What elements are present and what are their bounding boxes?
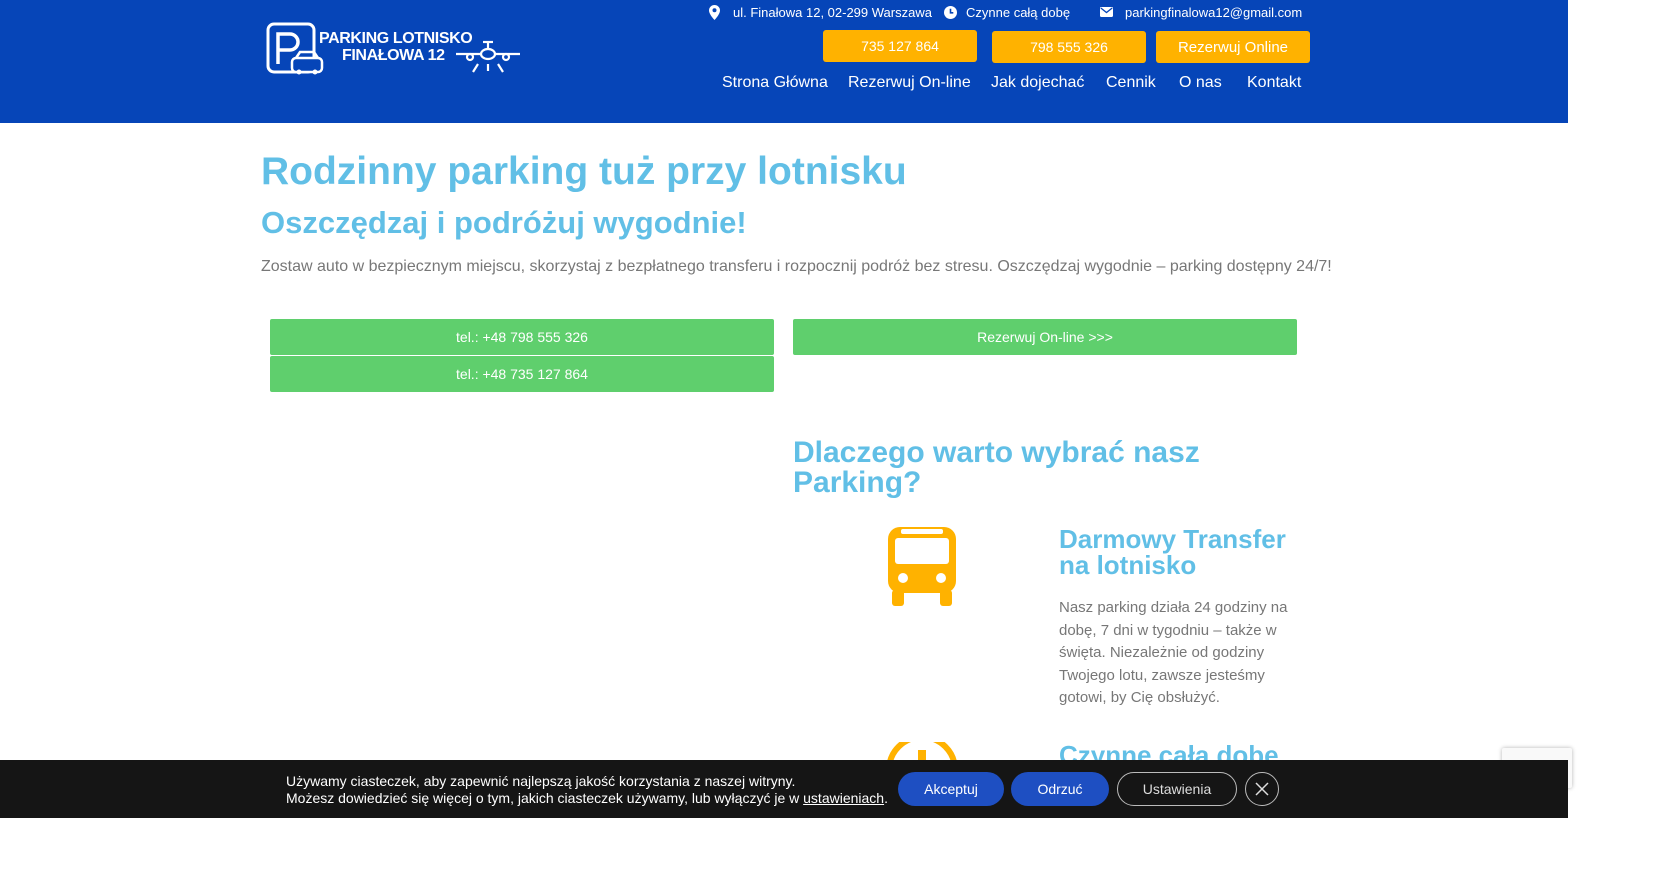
close-icon: [1255, 782, 1269, 796]
nav-item-reserve[interactable]: Rezerwuj On-line: [848, 74, 991, 92]
reserve-online-cta[interactable]: Rezerwuj On-line >>>: [793, 319, 1297, 355]
cookie-message-line-1: Używamy ciasteczek, aby zapewnić najleps…: [286, 773, 796, 789]
reserve-online-button[interactable]: Rezerwuj Online: [1156, 31, 1310, 63]
email-text[interactable]: parkingfinalowa12@gmail.com: [1125, 5, 1302, 20]
cookie-message: Używamy ciasteczek, aby zapewnić najleps…: [286, 773, 888, 807]
why-title: Dlaczego warto wybrać nasz Parking?: [793, 436, 1200, 499]
nav-item-contact[interactable]: Kontakt: [1247, 74, 1307, 92]
call-button-2[interactable]: tel.: +48 735 127 864: [270, 356, 774, 392]
clock-small-icon: [944, 5, 957, 19]
cookie-accept-button[interactable]: Akceptuj: [898, 772, 1004, 806]
logo-text: PARKING LOTNISKO FINAŁOWA 12: [319, 30, 473, 64]
site-header: PARKING LOTNISKO FINAŁOWA 12 ul. Finałow…: [0, 0, 1568, 123]
hours-info: Czynne całą dobę: [944, 4, 1070, 20]
page-subtitle: Oszczędzaj i podróżuj wygodnie!: [261, 205, 747, 240]
address-info: ul. Finałowa 12, 02-299 Warszawa: [709, 4, 932, 20]
logo-line-2: FINAŁOWA 12: [342, 47, 445, 64]
address-text: ul. Finałowa 12, 02-299 Warszawa: [733, 4, 932, 20]
phone-1-button[interactable]: 735 127 864: [823, 30, 977, 62]
email-info[interactable]: parkingfinalowa12@gmail.com: [1100, 4, 1302, 20]
cookie-bar: Używamy ciasteczek, aby zapewnić najleps…: [0, 760, 1568, 818]
feature-text-transfer: Nasz parking działa 24 godziny na dobę, …: [1059, 599, 1288, 706]
nav-item-about[interactable]: O nas: [1179, 74, 1247, 92]
call-button-1[interactable]: tel.: +48 798 555 326: [270, 319, 774, 355]
feature-title-transfer: Darmowy Transfer na lotnisko: [1059, 524, 1286, 580]
logo-line-1: PARKING LOTNISKO: [319, 30, 473, 47]
cookie-reject-button[interactable]: Odrzuć: [1011, 772, 1109, 806]
phone-2-button[interactable]: 798 555 326: [992, 31, 1146, 63]
hours-text: Czynne całą dobę: [966, 4, 1071, 20]
bus-icon: [888, 527, 956, 606]
cookie-settings-button[interactable]: Ustawienia: [1117, 772, 1237, 806]
nav-item-pricing[interactable]: Cennik: [1106, 74, 1179, 92]
nav-item-directions[interactable]: Jak dojechać: [991, 74, 1106, 92]
site-logo[interactable]: PARKING LOTNISKO FINAŁOWA 12: [266, 22, 526, 80]
nav-item-home[interactable]: Strona Główna: [722, 74, 848, 92]
cookie-message-line-2-text: Możesz dowiedzieć się więcej o tym, jaki…: [286, 790, 800, 806]
main-nav: Strona Główna Rezerwuj On-line Jak dojec…: [722, 74, 1307, 92]
envelope-icon: [1100, 7, 1113, 17]
cookie-close-button[interactable]: [1245, 772, 1279, 806]
cookie-period: .: [884, 790, 888, 806]
hero-lead-text: Zostaw auto w bezpiecznym miejscu, skorz…: [261, 258, 1332, 275]
page-title: Rodzinny parking tuż przy lotnisku: [261, 150, 907, 193]
cookie-settings-link[interactable]: ustawieniach: [803, 790, 884, 806]
cookie-message-line-2: Możesz dowiedzieć się więcej o tym, jaki…: [286, 790, 888, 807]
map-pin-icon: [709, 4, 720, 20]
